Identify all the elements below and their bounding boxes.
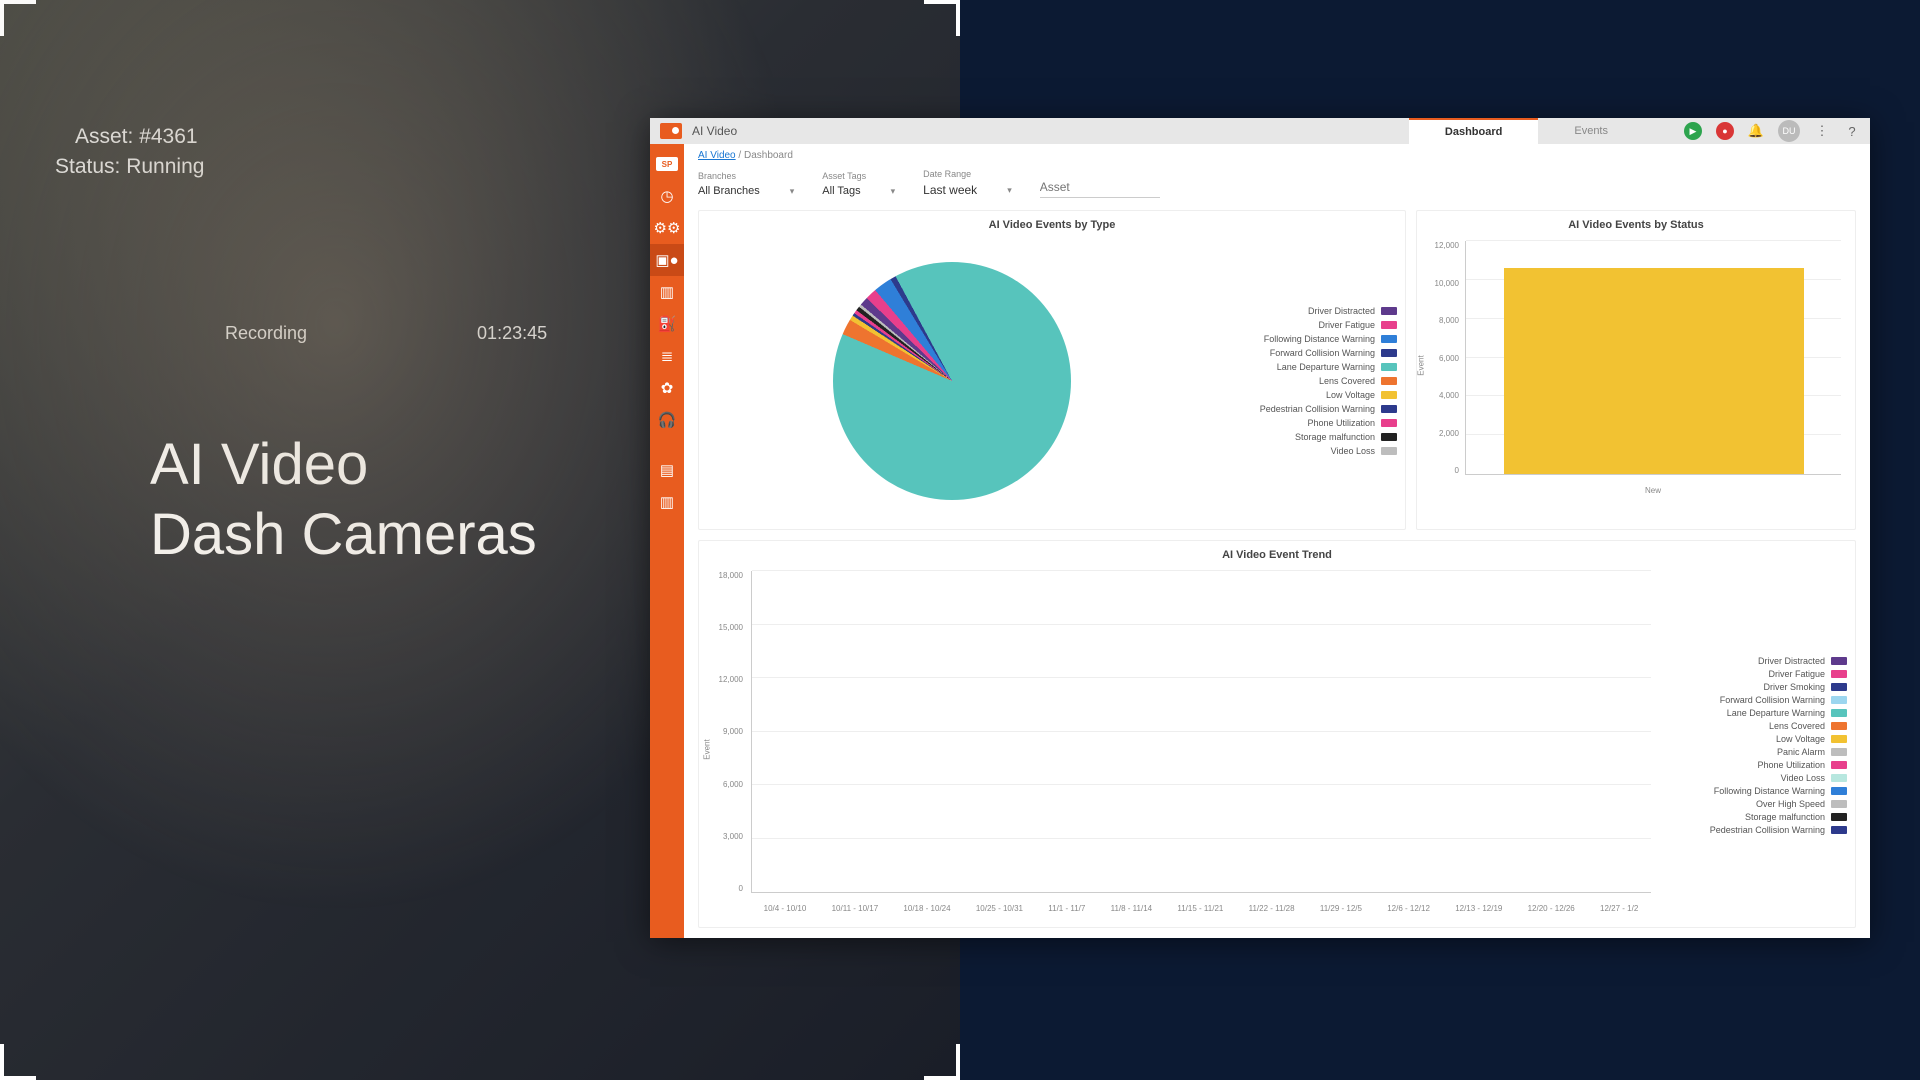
breadcrumb-current: Dashboard <box>744 150 793 161</box>
breadcrumb: AI Video / Dashboard <box>698 150 1856 161</box>
recording-indicator: Recording 01:23:45 <box>225 323 547 344</box>
content-area: AI Video / Dashboard Branches All Branch… <box>684 144 1870 938</box>
topbar: AI Video Dashboard Events ▶ ● 🔔 DU ⋮ ? <box>650 118 1870 144</box>
sidebar-logo[interactable]: SP <box>650 148 684 180</box>
legend-item: Pedestrian Collision Warning <box>1197 404 1397 414</box>
status-bar-chart: Event 12,00010,0008,0006,0004,0002,0000 … <box>1425 241 1847 501</box>
legend-item: Lane Departure Warning <box>1665 708 1847 718</box>
legend-item: Driver Fatigue <box>1197 320 1397 330</box>
asset-id-label: Asset: #4361 <box>75 125 198 149</box>
legend-item: Pedestrian Collision Warning <box>1665 825 1847 835</box>
hero-title: AI Video Dash Cameras <box>150 430 537 569</box>
camera-icon <box>660 123 682 139</box>
legend-item: Lens Covered <box>1665 721 1847 731</box>
legend-item: Driver Smoking <box>1665 682 1847 692</box>
status-label: Status: Running <box>55 155 204 179</box>
legend-item: Over High Speed <box>1665 799 1847 809</box>
app-title: AI Video <box>692 124 737 138</box>
status-chart-title: AI Video Events by Status <box>1425 219 1847 231</box>
dashboard-panel: AI Video Dashboard Events ▶ ● 🔔 DU ⋮ ? S… <box>650 118 1870 938</box>
record-icon[interactable]: ● <box>1716 122 1734 140</box>
bell-icon[interactable]: 🔔 <box>1748 123 1764 139</box>
sidebar-list-icon[interactable]: ≣ <box>650 340 684 372</box>
date-range-select[interactable]: Last week <box>923 183 1012 198</box>
sidebar-chart-icon[interactable]: ▥ <box>650 276 684 308</box>
events-by-status-card: AI Video Events by Status Event 12,00010… <box>1416 210 1856 530</box>
legend-item: Driver Distracted <box>1665 656 1847 666</box>
legend-item: Following Distance Warning <box>1665 786 1847 796</box>
legend-item: Panic Alarm <box>1665 747 1847 757</box>
legend-item: Driver Fatigue <box>1665 669 1847 679</box>
sidebar-bars-icon[interactable]: ▥ <box>650 486 684 518</box>
help-icon[interactable]: ? <box>1844 123 1860 139</box>
face-detection-bracket <box>0 0 270 310</box>
sidebar-fuel-icon[interactable]: ⛽ <box>650 308 684 340</box>
legend-item: Following Distance Warning <box>1197 334 1397 344</box>
legend-item: Low Voltage <box>1197 390 1397 400</box>
asset-tags-select[interactable]: All Tags <box>822 185 895 198</box>
sidebar-settings-icon[interactable]: ✿ <box>650 372 684 404</box>
branches-select[interactable]: All Branches <box>698 185 794 198</box>
sidebar-doc-icon[interactable]: ▤ <box>650 454 684 486</box>
pie-chart <box>833 262 1071 500</box>
legend-item: Lens Covered <box>1197 376 1397 386</box>
trend-chart-title: AI Video Event Trend <box>707 549 1847 561</box>
legend-item: Forward Collision Warning <box>1197 348 1397 358</box>
sidebar-gears-icon[interactable]: ⚙⚙ <box>650 212 684 244</box>
tabs: Dashboard Events <box>1409 118 1644 144</box>
tab-events[interactable]: Events <box>1538 118 1644 144</box>
legend-item: Storage malfunction <box>1665 812 1847 822</box>
pie-chart-title: AI Video Events by Type <box>707 219 1397 231</box>
date-range-label: Date Range <box>923 169 1012 179</box>
event-trend-card: AI Video Event Trend Event 18,00015,0001… <box>698 540 1856 928</box>
tab-dashboard[interactable]: Dashboard <box>1409 118 1538 144</box>
kebab-icon[interactable]: ⋮ <box>1814 123 1830 139</box>
recording-text: Recording <box>225 323 307 344</box>
filter-bar: Branches All Branches Asset Tags All Tag… <box>698 169 1856 198</box>
legend-item: Phone Utilization <box>1197 418 1397 428</box>
play-icon[interactable]: ▶ <box>1684 122 1702 140</box>
timecode-text: 01:23:45 <box>477 323 547 344</box>
legend-item: Video Loss <box>1197 446 1397 456</box>
legend-item: Forward Collision Warning <box>1665 695 1847 705</box>
legend-item: Lane Departure Warning <box>1197 362 1397 372</box>
asset-tags-label: Asset Tags <box>822 171 895 181</box>
trend-bar-chart: Event 18,00015,00012,0009,0006,0003,0000… <box>707 571 1657 919</box>
asset-input[interactable] <box>1040 177 1160 198</box>
legend-item: Storage malfunction <box>1197 432 1397 442</box>
sidebar-camera-icon[interactable]: ▣● <box>650 244 684 276</box>
pie-legend: Driver Distracted Driver Fatigue Following… <box>1197 241 1397 521</box>
legend-item: Low Voltage <box>1665 734 1847 744</box>
breadcrumb-link[interactable]: AI Video <box>698 150 736 161</box>
branches-label: Branches <box>698 171 794 181</box>
legend-item: Phone Utilization <box>1665 760 1847 770</box>
sidebar: SP ◷ ⚙⚙ ▣● ▥ ⛽ ≣ ✿ 🎧 ▤ ▥ <box>650 144 684 938</box>
sidebar-support-icon[interactable]: 🎧 <box>650 404 684 436</box>
status-xlabel: New <box>1465 486 1841 495</box>
sidebar-clock-icon[interactable]: ◷ <box>650 180 684 212</box>
trend-legend: Driver Distracted Driver Fatigue Driver Sm… <box>1657 571 1847 919</box>
events-by-type-card: AI Video Events by Type Driver Distracte… <box>698 210 1406 530</box>
avatar[interactable]: DU <box>1778 120 1800 142</box>
legend-item: Video Loss <box>1665 773 1847 783</box>
legend-item: Driver Distracted <box>1197 306 1397 316</box>
road-detection-bracket <box>0 310 340 535</box>
